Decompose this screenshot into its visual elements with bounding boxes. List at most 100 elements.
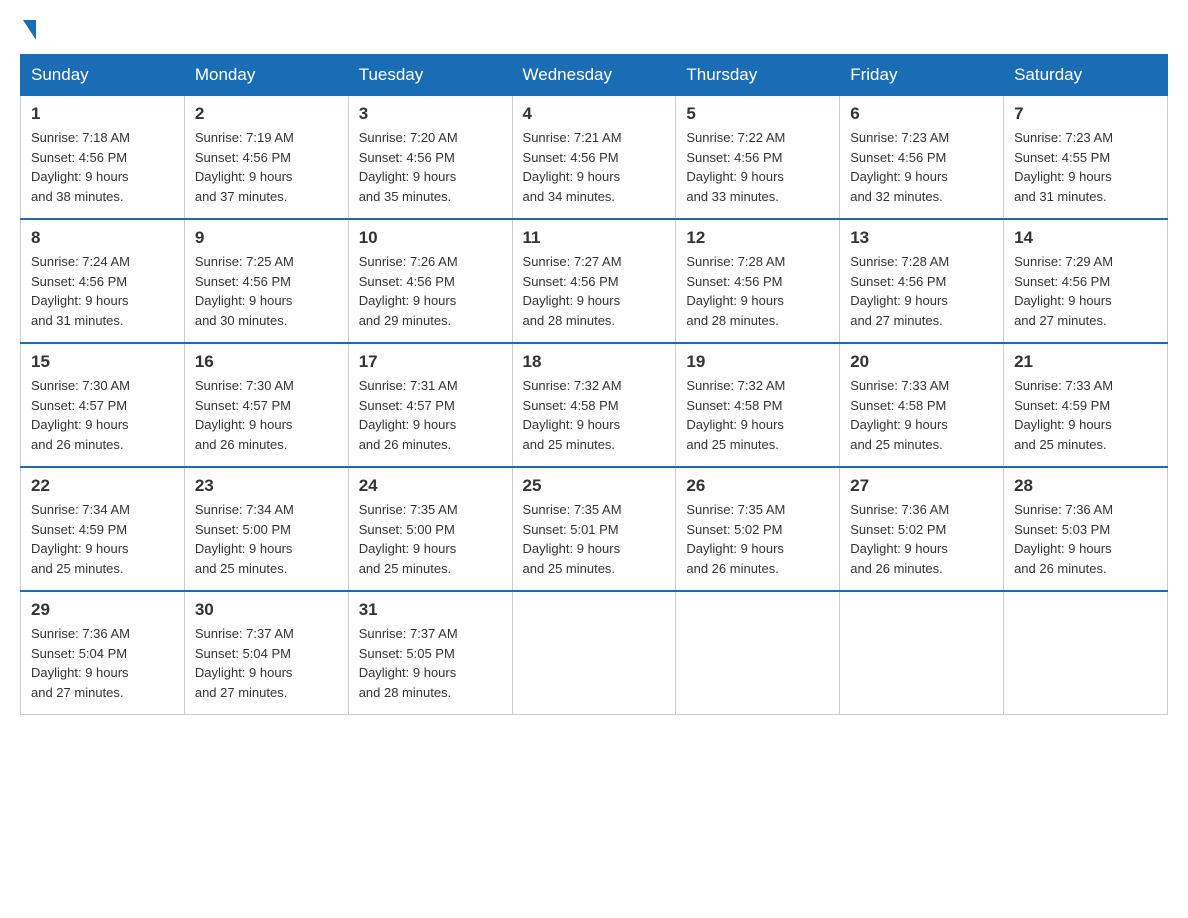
- day-cell: [512, 591, 676, 715]
- day-info: Sunrise: 7:34 AMSunset: 4:59 PMDaylight:…: [31, 500, 174, 578]
- day-cell: 31 Sunrise: 7:37 AMSunset: 5:05 PMDayligh…: [348, 591, 512, 715]
- header-monday: Monday: [184, 55, 348, 96]
- logo-triangle-icon: [23, 20, 36, 40]
- day-number: 20: [850, 352, 993, 372]
- day-cell: 1 Sunrise: 7:18 AMSunset: 4:56 PMDaylight…: [21, 96, 185, 220]
- day-cell: 19 Sunrise: 7:32 AMSunset: 4:58 PMDayligh…: [676, 343, 840, 467]
- day-number: 7: [1014, 104, 1157, 124]
- header: [20, 20, 1168, 38]
- day-cell: 12 Sunrise: 7:28 AMSunset: 4:56 PMDayligh…: [676, 219, 840, 343]
- day-number: 29: [31, 600, 174, 620]
- day-number: 16: [195, 352, 338, 372]
- day-info: Sunrise: 7:23 AMSunset: 4:56 PMDaylight:…: [850, 128, 993, 206]
- day-info: Sunrise: 7:32 AMSunset: 4:58 PMDaylight:…: [686, 376, 829, 454]
- day-number: 23: [195, 476, 338, 496]
- logo-row1: [20, 20, 36, 42]
- day-number: 21: [1014, 352, 1157, 372]
- day-cell: 6 Sunrise: 7:23 AMSunset: 4:56 PMDaylight…: [840, 96, 1004, 220]
- day-info: Sunrise: 7:25 AMSunset: 4:56 PMDaylight:…: [195, 252, 338, 330]
- day-cell: 5 Sunrise: 7:22 AMSunset: 4:56 PMDaylight…: [676, 96, 840, 220]
- day-cell: 18Sunrise: 7:32 AMSunset: 4:58 PMDayligh…: [512, 343, 676, 467]
- day-number: 31: [359, 600, 502, 620]
- week-row-1: 1 Sunrise: 7:18 AMSunset: 4:56 PMDaylight…: [21, 96, 1168, 220]
- day-number: 4: [523, 104, 666, 124]
- day-info: Sunrise: 7:36 AMSunset: 5:03 PMDaylight:…: [1014, 500, 1157, 578]
- day-info: Sunrise: 7:33 AMSunset: 4:58 PMDaylight:…: [850, 376, 993, 454]
- day-number: 14: [1014, 228, 1157, 248]
- day-info: Sunrise: 7:35 AMSunset: 5:02 PMDaylight:…: [686, 500, 829, 578]
- day-info: Sunrise: 7:33 AMSunset: 4:59 PMDaylight:…: [1014, 376, 1157, 454]
- calendar-table: SundayMondayTuesdayWednesdayThursdayFrid…: [20, 54, 1168, 715]
- day-cell: 22 Sunrise: 7:34 AMSunset: 4:59 PMDayligh…: [21, 467, 185, 591]
- day-info: Sunrise: 7:36 AMSunset: 5:02 PMDaylight:…: [850, 500, 993, 578]
- day-cell: 14 Sunrise: 7:29 AMSunset: 4:56 PMDayligh…: [1004, 219, 1168, 343]
- day-number: 5: [686, 104, 829, 124]
- header-sunday: Sunday: [21, 55, 185, 96]
- day-number: 17: [359, 352, 502, 372]
- day-cell: 10 Sunrise: 7:26 AMSunset: 4:56 PMDayligh…: [348, 219, 512, 343]
- day-number: 22: [31, 476, 174, 496]
- day-info: Sunrise: 7:37 AMSunset: 5:05 PMDaylight:…: [359, 624, 502, 702]
- day-info: Sunrise: 7:21 AMSunset: 4:56 PMDaylight:…: [523, 128, 666, 206]
- day-number: 26: [686, 476, 829, 496]
- weekday-header-row: SundayMondayTuesdayWednesdayThursdayFrid…: [21, 55, 1168, 96]
- day-info: Sunrise: 7:30 AMSunset: 4:57 PMDaylight:…: [195, 376, 338, 454]
- day-cell: 2Sunrise: 7:19 AMSunset: 4:56 PMDaylight…: [184, 96, 348, 220]
- day-info: Sunrise: 7:22 AMSunset: 4:56 PMDaylight:…: [686, 128, 829, 206]
- day-number: 3: [359, 104, 502, 124]
- day-info: Sunrise: 7:34 AMSunset: 5:00 PMDaylight:…: [195, 500, 338, 578]
- day-number: 12: [686, 228, 829, 248]
- day-cell: 30 Sunrise: 7:37 AMSunset: 5:04 PMDayligh…: [184, 591, 348, 715]
- week-row-2: 8 Sunrise: 7:24 AMSunset: 4:56 PMDaylight…: [21, 219, 1168, 343]
- day-number: 10: [359, 228, 502, 248]
- day-cell: 3 Sunrise: 7:20 AMSunset: 4:56 PMDaylight…: [348, 96, 512, 220]
- day-number: 8: [31, 228, 174, 248]
- day-number: 1: [31, 104, 174, 124]
- day-cell: 23 Sunrise: 7:34 AMSunset: 5:00 PMDayligh…: [184, 467, 348, 591]
- day-cell: [840, 591, 1004, 715]
- day-info: Sunrise: 7:28 AMSunset: 4:56 PMDaylight:…: [850, 252, 993, 330]
- day-info: Sunrise: 7:18 AMSunset: 4:56 PMDaylight:…: [31, 128, 174, 206]
- day-cell: 27 Sunrise: 7:36 AMSunset: 5:02 PMDayligh…: [840, 467, 1004, 591]
- day-cell: 21 Sunrise: 7:33 AMSunset: 4:59 PMDayligh…: [1004, 343, 1168, 467]
- day-cell: 8 Sunrise: 7:24 AMSunset: 4:56 PMDaylight…: [21, 219, 185, 343]
- day-number: 9: [195, 228, 338, 248]
- day-number: 19: [686, 352, 829, 372]
- day-info: Sunrise: 7:29 AMSunset: 4:56 PMDaylight:…: [1014, 252, 1157, 330]
- day-cell: 9 Sunrise: 7:25 AMSunset: 4:56 PMDaylight…: [184, 219, 348, 343]
- day-cell: 7 Sunrise: 7:23 AMSunset: 4:55 PMDaylight…: [1004, 96, 1168, 220]
- day-info: Sunrise: 7:35 AMSunset: 5:00 PMDaylight:…: [359, 500, 502, 578]
- day-cell: 11Sunrise: 7:27 AMSunset: 4:56 PMDayligh…: [512, 219, 676, 343]
- day-cell: 15Sunrise: 7:30 AMSunset: 4:57 PMDayligh…: [21, 343, 185, 467]
- header-friday: Friday: [840, 55, 1004, 96]
- day-info: Sunrise: 7:23 AMSunset: 4:55 PMDaylight:…: [1014, 128, 1157, 206]
- logo: [20, 20, 36, 38]
- day-info: Sunrise: 7:26 AMSunset: 4:56 PMDaylight:…: [359, 252, 502, 330]
- day-cell: 29Sunrise: 7:36 AMSunset: 5:04 PMDayligh…: [21, 591, 185, 715]
- day-info: Sunrise: 7:37 AMSunset: 5:04 PMDaylight:…: [195, 624, 338, 702]
- day-number: 6: [850, 104, 993, 124]
- day-cell: 24 Sunrise: 7:35 AMSunset: 5:00 PMDayligh…: [348, 467, 512, 591]
- day-info: Sunrise: 7:30 AMSunset: 4:57 PMDaylight:…: [31, 376, 174, 454]
- day-cell: 28Sunrise: 7:36 AMSunset: 5:03 PMDayligh…: [1004, 467, 1168, 591]
- day-info: Sunrise: 7:28 AMSunset: 4:56 PMDaylight:…: [686, 252, 829, 330]
- day-cell: 17Sunrise: 7:31 AMSunset: 4:57 PMDayligh…: [348, 343, 512, 467]
- week-row-5: 29Sunrise: 7:36 AMSunset: 5:04 PMDayligh…: [21, 591, 1168, 715]
- day-number: 30: [195, 600, 338, 620]
- header-saturday: Saturday: [1004, 55, 1168, 96]
- header-thursday: Thursday: [676, 55, 840, 96]
- day-number: 25: [523, 476, 666, 496]
- day-number: 13: [850, 228, 993, 248]
- day-cell: 20 Sunrise: 7:33 AMSunset: 4:58 PMDayligh…: [840, 343, 1004, 467]
- day-cell: [676, 591, 840, 715]
- day-number: 11: [523, 228, 666, 248]
- week-row-3: 15Sunrise: 7:30 AMSunset: 4:57 PMDayligh…: [21, 343, 1168, 467]
- day-info: Sunrise: 7:24 AMSunset: 4:56 PMDaylight:…: [31, 252, 174, 330]
- day-number: 27: [850, 476, 993, 496]
- day-number: 18: [523, 352, 666, 372]
- week-row-4: 22 Sunrise: 7:34 AMSunset: 4:59 PMDayligh…: [21, 467, 1168, 591]
- day-info: Sunrise: 7:20 AMSunset: 4:56 PMDaylight:…: [359, 128, 502, 206]
- day-number: 24: [359, 476, 502, 496]
- page-container: SundayMondayTuesdayWednesdayThursdayFrid…: [20, 20, 1168, 715]
- day-cell: 16 Sunrise: 7:30 AMSunset: 4:57 PMDayligh…: [184, 343, 348, 467]
